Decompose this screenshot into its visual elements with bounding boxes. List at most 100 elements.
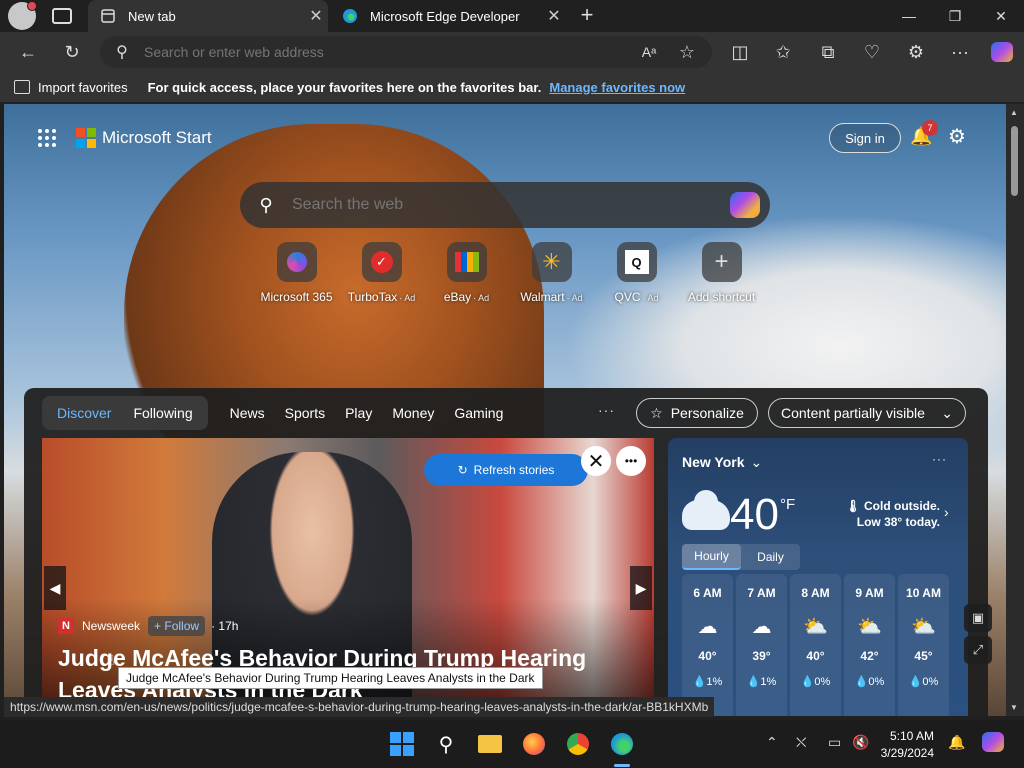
edge-icon[interactable]	[608, 730, 636, 758]
nav-play[interactable]: Play	[335, 405, 382, 421]
hour-precip: 💧0%	[854, 676, 885, 688]
more-categories-button[interactable]: ···	[598, 402, 615, 418]
content-visibility-dropdown[interactable]: Content partially visible ⌄	[768, 398, 966, 428]
close-tab-icon[interactable]: ✕	[304, 6, 328, 26]
previous-story-arrow-icon[interactable]: ◀	[44, 566, 66, 610]
chrome-icon[interactable]	[564, 730, 592, 758]
notification-bell-icon[interactable]: 🔔	[948, 734, 965, 751]
hour-forecast[interactable]: 8 AM ⛅ 40° 💧0%	[790, 574, 841, 716]
next-story-arrow-icon[interactable]: ▶	[630, 566, 652, 610]
search-icon[interactable]: ⚲	[432, 730, 460, 758]
new-tab-button[interactable]: +	[574, 4, 600, 28]
shortcut-turbotax[interactable]: ✓ TurboTax · Ad	[339, 242, 424, 304]
running-app-indicator	[614, 764, 630, 767]
partly-cloudy-icon: ⛅	[803, 616, 828, 638]
background-image-icon[interactable]: ▣	[964, 604, 992, 632]
close-tab-icon[interactable]: ✕	[542, 6, 566, 26]
chevron-right-icon[interactable]: ›	[944, 504, 949, 520]
cloudy-icon	[682, 490, 730, 530]
app-launcher-icon[interactable]	[38, 129, 56, 147]
page-scrollbar[interactable]: ▲ ▼	[1006, 104, 1024, 716]
new-tab-page: Microsoft Start Sign in 🔔 7 ⚙ ⚲ Microsof…	[4, 104, 1006, 716]
add-shortcut-button[interactable]: + Add shortcut	[679, 242, 764, 304]
copilot-preview-icon[interactable]	[982, 732, 1004, 752]
nav-gaming[interactable]: Gaming	[444, 405, 513, 421]
read-aloud-icon[interactable]: Aᵃ	[637, 40, 661, 64]
windows-start-icon[interactable]	[388, 730, 416, 758]
file-explorer-icon[interactable]	[476, 730, 504, 758]
address-bar[interactable]: ⚲	[100, 36, 712, 68]
tab-daily[interactable]: Daily	[741, 544, 800, 570]
notifications-icon[interactable]: 🔔 7	[910, 120, 938, 148]
scroll-down-icon[interactable]: ▼	[1010, 703, 1018, 712]
extensions-icon[interactable]: ⚙	[904, 40, 928, 64]
profile-avatar-icon[interactable]	[8, 1, 37, 30]
hour-forecast[interactable]: 10 AM ⛅ 45° 💧0%	[898, 574, 949, 716]
refresh-stories-button[interactable]: ↻ Refresh stories	[424, 454, 588, 486]
personalize-button[interactable]: ☆ Personalize	[636, 398, 758, 428]
system-clock[interactable]: 5:10 AM 3/29/2024	[862, 728, 934, 762]
hour-precip: 💧1%	[746, 676, 777, 688]
collections-icon[interactable]: ⧉	[816, 40, 840, 64]
address-input[interactable]	[144, 44, 712, 60]
cloudy-icon: ☁	[697, 616, 718, 638]
split-screen-icon[interactable]: ◫	[728, 40, 752, 64]
refresh-icon[interactable]: ↻	[60, 40, 84, 64]
nav-sports[interactable]: Sports	[275, 405, 335, 421]
favorite-star-icon[interactable]: ☆	[675, 40, 699, 64]
hour-forecast[interactable]: 6 AM ☁ 40° 💧1%	[682, 574, 733, 716]
shortcut-ebay[interactable]: eBay · Ad	[424, 242, 509, 304]
manage-favorites-link[interactable]: Manage favorites now	[549, 80, 685, 95]
brand-title[interactable]: Microsoft Start	[102, 128, 212, 148]
scrollbar-thumb[interactable]	[1011, 126, 1018, 196]
import-favorites-button[interactable]: Import favorites	[14, 80, 128, 95]
expand-icon[interactable]: ⤢	[964, 636, 992, 664]
weather-options-icon[interactable]: ···	[932, 452, 947, 466]
nav-money[interactable]: Money	[382, 405, 444, 421]
more-menu-icon[interactable]: ···	[948, 40, 972, 64]
tab-new-tab[interactable]: New tab ✕	[88, 0, 328, 32]
close-window-icon[interactable]: ✕	[978, 0, 1024, 32]
close-icon[interactable]: ✕	[581, 446, 611, 476]
partly-sunny-icon: ⛅	[911, 616, 936, 638]
temperature-unit[interactable]: °F	[780, 496, 795, 513]
source-name[interactable]: Newsweek	[82, 619, 140, 633]
shortcut-qvc[interactable]: Q QVC · Ad	[594, 242, 679, 304]
favorites-icon[interactable]: ✩	[771, 40, 795, 64]
tab-title: Microsoft Edge Developer	[370, 8, 520, 24]
web-search-input[interactable]	[292, 196, 730, 214]
web-search-box[interactable]: ⚲	[240, 182, 770, 228]
shortcut-microsoft-365[interactable]: Microsoft 365	[254, 242, 339, 304]
weather-location[interactable]: New York ⌄	[682, 454, 762, 471]
shortcut-walmart[interactable]: ✳ Walmart · Ad	[509, 242, 594, 304]
network-off-icon[interactable]: ⛌	[796, 734, 806, 751]
tab-hourly[interactable]: Hourly	[682, 544, 741, 570]
tab-actions-icon[interactable]	[52, 8, 72, 24]
hour-forecast[interactable]: 7 AM ☁ 39° 💧1%	[736, 574, 787, 716]
display-icon[interactable]: ▭	[828, 734, 841, 751]
tab-edge-developer[interactable]: Microsoft Edge Developer ✕	[330, 0, 566, 32]
nav-news[interactable]: News	[220, 405, 275, 421]
story-options-icon[interactable]: •••	[616, 446, 646, 476]
tab-following[interactable]: Following	[122, 405, 203, 421]
copilot-icon[interactable]	[730, 192, 760, 218]
notification-badge: 7	[922, 120, 938, 136]
copilot-icon[interactable]	[990, 40, 1014, 64]
back-icon[interactable]: ←	[16, 40, 40, 64]
weather-card[interactable]: New York ⌄ ··· 40 °F 🌡 Cold outside. Low …	[668, 438, 968, 716]
settings-gear-icon[interactable]: ⚙	[948, 124, 966, 149]
follow-button[interactable]: + Follow	[148, 616, 206, 636]
import-icon	[14, 80, 30, 94]
restore-icon[interactable]: ❐	[932, 0, 978, 32]
browser-essentials-icon[interactable]: ♡	[860, 40, 884, 64]
edge-icon	[343, 9, 357, 23]
firefox-icon[interactable]	[520, 730, 548, 758]
ad-label: · Ad	[399, 293, 416, 303]
tab-discover[interactable]: Discover	[46, 405, 122, 421]
minimize-icon[interactable]: —	[886, 0, 932, 32]
sign-in-button[interactable]: Sign in	[829, 123, 901, 153]
hourly-forecast: 6 AM ☁ 40° 💧1% 7 AM ☁ 39° 💧1% 8 AM ⛅ 40°…	[682, 574, 952, 716]
hour-forecast[interactable]: 9 AM ⛅ 42° 💧0%	[844, 574, 895, 716]
show-hidden-icons-icon[interactable]: ⌃	[766, 734, 778, 751]
scroll-up-icon[interactable]: ▲	[1010, 108, 1018, 117]
